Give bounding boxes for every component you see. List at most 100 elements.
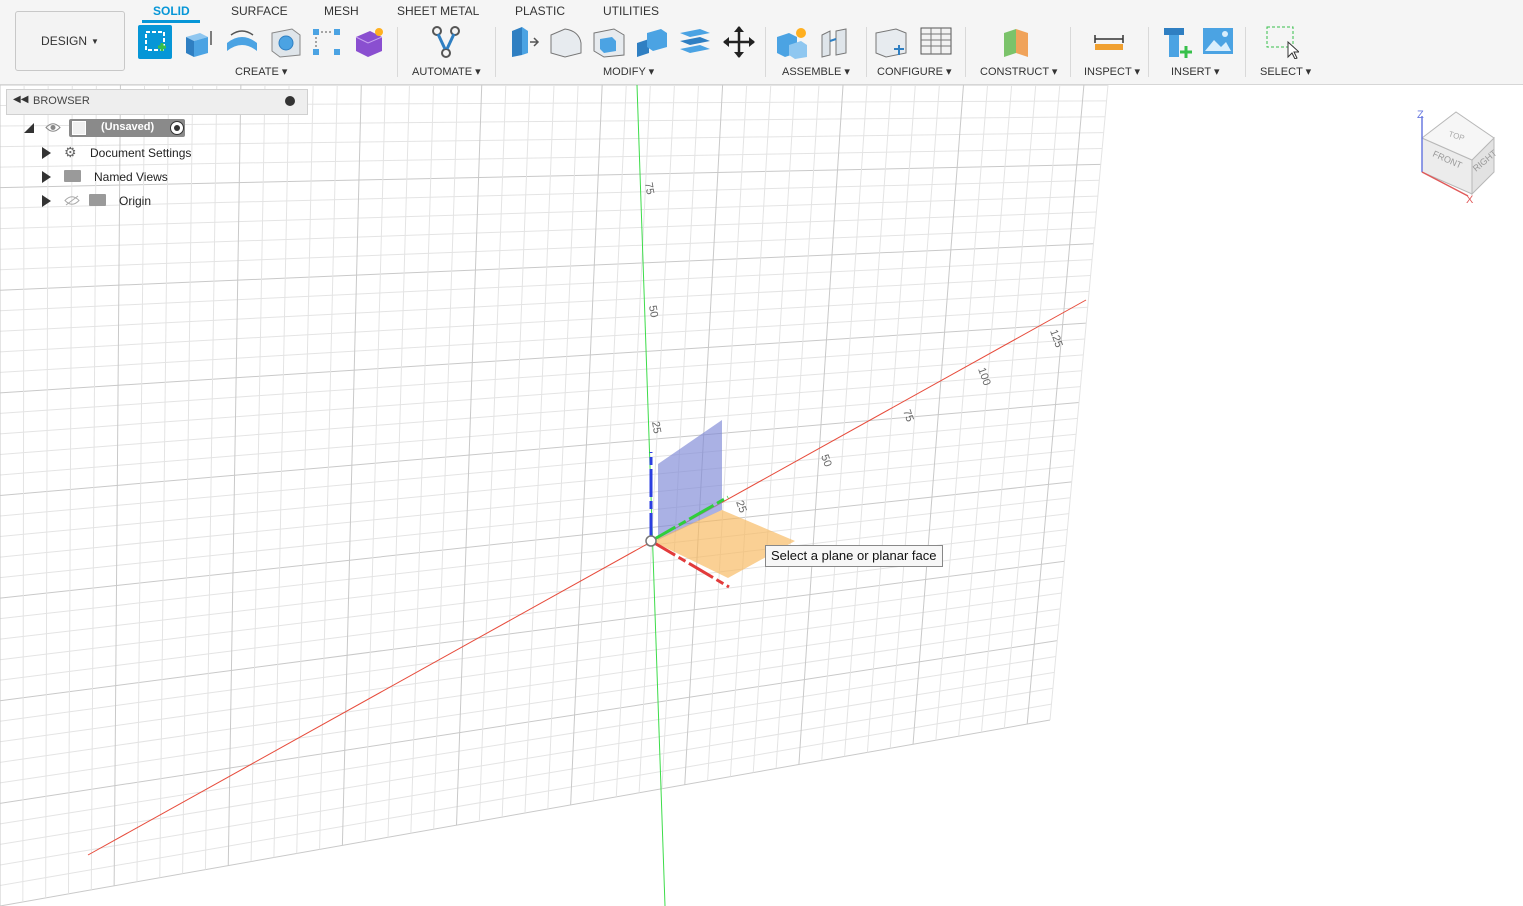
pattern-icon — [313, 29, 340, 55]
group-construct-label: CONSTRUCT — [980, 66, 1049, 78]
group-inspect[interactable]: INSPECT ▾ — [1084, 65, 1140, 78]
browser-root-row[interactable]: (Unsaved) — [20, 119, 190, 139]
expand-triangle-icon[interactable] — [42, 195, 51, 207]
group-modify-label: MODIFY — [603, 66, 646, 78]
group-select-label: SELECT — [1260, 66, 1303, 78]
press-pull-icon — [512, 27, 540, 57]
group-create[interactable]: CREATE ▾ — [235, 65, 287, 78]
tab-surface[interactable]: SURFACE — [231, 4, 288, 18]
hole-button[interactable] — [268, 25, 302, 59]
new-component-icon — [777, 28, 807, 59]
gear-icon: ⚙ — [64, 144, 77, 160]
divider — [1148, 27, 1149, 77]
group-insert-label: INSERT — [1171, 66, 1211, 78]
folder-icon — [89, 194, 106, 206]
group-construct[interactable]: CONSTRUCT ▾ — [980, 65, 1057, 78]
offset-face-icon — [680, 29, 710, 53]
group-assemble[interactable]: ASSEMBLE ▾ — [782, 65, 850, 78]
insert-image-icon — [1203, 28, 1233, 54]
toolbar: DESIGN ▼ SOLID SURFACE MESH SHEET METAL … — [0, 0, 1523, 85]
viewport-scene[interactable]: 75 50 25 25 50 75 100 125 — [0, 85, 1523, 906]
expand-triangle-icon[interactable] — [24, 123, 34, 133]
collapse-panel-icon[interactable]: ◀◀ — [13, 94, 28, 105]
browser-item-label: Origin — [119, 194, 152, 208]
workspace-switcher[interactable]: DESIGN ▼ — [15, 11, 125, 71]
combine-icon — [637, 29, 667, 57]
folder-icon — [64, 170, 81, 182]
tab-solid[interactable]: SOLID — [153, 4, 190, 18]
measure-button[interactable] — [1092, 25, 1126, 59]
group-create-label: CREATE — [235, 66, 279, 78]
pattern-button[interactable] — [310, 25, 344, 59]
create-sketch-button[interactable] — [138, 25, 172, 59]
fillet-button[interactable] — [549, 25, 583, 59]
origin-point[interactable] — [645, 535, 657, 547]
automate-button[interactable] — [429, 25, 463, 59]
group-select[interactable]: SELECT ▾ — [1260, 65, 1311, 78]
automate-icon — [432, 26, 460, 58]
create-form-icon — [355, 28, 383, 57]
browser-panel-header: ◀◀ BROWSER — [6, 89, 308, 115]
activate-radio-icon[interactable] — [170, 121, 184, 135]
eye-hidden-icon[interactable] — [64, 195, 80, 206]
divider — [765, 27, 766, 77]
create-form-button[interactable] — [352, 25, 386, 59]
eye-icon[interactable] — [45, 122, 61, 133]
expand-triangle-icon[interactable] — [42, 171, 51, 183]
document-icon — [72, 121, 86, 135]
browser-item-document-settings[interactable]: ⚙ Document Settings — [38, 143, 198, 163]
extrude-icon — [186, 31, 212, 57]
grid-line — [1026, 85, 1085, 725]
browser-item-named-views[interactable]: Named Views — [38, 167, 198, 187]
group-automate[interactable]: AUTOMATE ▾ — [412, 65, 481, 78]
shell-button[interactable] — [592, 25, 626, 59]
configure-button[interactable] — [874, 25, 908, 59]
vertical-axis-label: 50 — [646, 304, 660, 318]
extrude-button[interactable] — [182, 25, 216, 59]
insert-derive-icon — [1164, 28, 1192, 58]
new-component-button[interactable] — [775, 25, 809, 59]
root-component-label: (Unsaved) — [101, 121, 155, 133]
tab-plastic[interactable]: PLASTIC — [515, 4, 565, 18]
group-configure[interactable]: CONFIGURE ▾ — [877, 65, 952, 78]
measure-icon — [1094, 35, 1124, 50]
group-automate-label: AUTOMATE — [412, 66, 473, 78]
x-axis-line — [87, 299, 1087, 856]
browser-item-label: Document Settings — [90, 146, 192, 160]
browser-title: BROWSER — [33, 95, 90, 107]
configure-icon — [875, 28, 907, 58]
revolve-button[interactable] — [225, 25, 259, 59]
group-modify[interactable]: MODIFY ▾ — [603, 65, 654, 78]
group-insert[interactable]: INSERT ▾ — [1171, 65, 1220, 78]
select-window-button[interactable] — [1265, 25, 1299, 59]
viewcube-z-label: Z — [1417, 109, 1424, 121]
divider — [397, 27, 398, 77]
press-pull-button[interactable] — [506, 25, 540, 59]
group-assemble-label: ASSEMBLE — [782, 66, 842, 78]
workspace-label: DESIGN — [41, 34, 88, 48]
tab-mesh[interactable]: MESH — [324, 4, 359, 18]
horizontal-axis-label: 100 — [975, 366, 993, 387]
expand-triangle-icon[interactable] — [42, 147, 51, 159]
combine-button[interactable] — [635, 25, 669, 59]
viewcube[interactable]: TOP FRONT RIGHT Z X — [1410, 104, 1510, 208]
offset-plane-button[interactable] — [1000, 25, 1034, 59]
joint-icon — [821, 28, 847, 58]
move-button[interactable] — [722, 25, 756, 59]
joint-button[interactable] — [818, 25, 852, 59]
insert-derive-button[interactable] — [1160, 25, 1194, 59]
component-name-chip[interactable]: (Unsaved) — [69, 119, 185, 137]
minimize-icon[interactable] — [285, 96, 295, 106]
tab-sheet-metal[interactable]: SHEET METAL — [397, 4, 479, 18]
create-sketch-icon — [145, 31, 166, 51]
tab-utilities[interactable]: UTILITIES — [603, 4, 659, 18]
shell-icon — [593, 28, 625, 58]
active-tab-indicator — [142, 20, 200, 23]
table-button[interactable] — [919, 25, 953, 59]
offset-face-button[interactable] — [678, 25, 712, 59]
canvas-viewport[interactable]: 75 50 25 25 50 75 100 125 — [0, 85, 1523, 906]
insert-image-button[interactable] — [1201, 25, 1235, 59]
vertical-axis-label: 75 — [642, 181, 656, 195]
grid-line — [1049, 85, 1109, 721]
browser-item-origin[interactable]: Origin — [38, 191, 198, 211]
